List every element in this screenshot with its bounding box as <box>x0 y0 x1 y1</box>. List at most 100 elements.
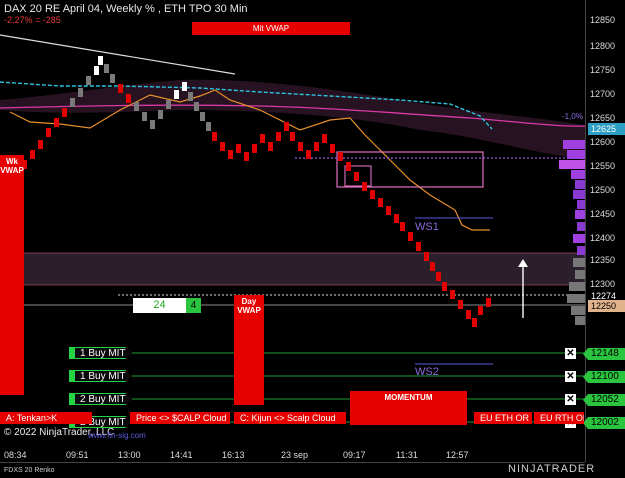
trendline <box>0 34 236 75</box>
renko-brick <box>424 252 429 261</box>
renko-brick <box>118 84 123 93</box>
time-tick: 09:17 <box>343 450 366 460</box>
volume-bar <box>577 200 585 209</box>
volume-bar <box>573 258 585 267</box>
time-axis[interactable] <box>0 462 585 478</box>
ws2-label: WS2 <box>415 366 439 378</box>
resistance-zone <box>0 252 586 286</box>
time-tick: 12:57 <box>446 450 469 460</box>
volume-bar <box>575 180 585 189</box>
wk-vwap-box <box>0 155 24 395</box>
renko-brick <box>430 262 435 271</box>
renko-brick <box>450 290 455 299</box>
price-chart[interactable] <box>0 0 625 478</box>
renko-brick <box>408 232 413 241</box>
chart-title: DAX 20 RE April 04, Weekly % , ETH TPO 3… <box>4 3 248 15</box>
price-tick: 12850 <box>590 15 616 25</box>
volume-bar <box>575 270 585 279</box>
time-tick: 11:31 <box>396 450 418 460</box>
renko-brick <box>416 242 421 251</box>
change-readout: -2,27% = -285 <box>4 15 61 25</box>
momentum-label: MOMENTUM <box>384 393 433 402</box>
ws1-label: WS1 <box>415 221 439 233</box>
renko-brick <box>436 272 441 281</box>
renko-brick <box>314 142 319 151</box>
renko-brick <box>70 98 75 107</box>
volume-profile <box>559 140 585 325</box>
renko-brick <box>142 112 147 121</box>
buy-mit-order-3[interactable]: 2 Buy MIT <box>69 393 133 405</box>
renko-brick <box>486 298 491 307</box>
renko-brick <box>30 150 35 159</box>
price-tick: 12750 <box>590 65 616 75</box>
price-tick: 12550 <box>590 161 616 171</box>
price-tick: 12350 <box>590 255 616 265</box>
renko-brick <box>134 102 139 111</box>
renko-brick <box>188 92 193 101</box>
order-price-tag[interactable]: 12002 <box>583 417 625 429</box>
renko-brick <box>98 56 103 65</box>
time-tick: 23 sep <box>281 450 309 460</box>
indicator-bar: EU ETH OR <box>474 412 532 424</box>
indicator-bar: EU RTH OR <box>534 412 584 424</box>
volume-bar <box>567 294 585 303</box>
renko-brick <box>194 102 199 111</box>
pct-label: -1,0% <box>562 112 583 121</box>
close-icon[interactable]: ✕ <box>565 394 576 405</box>
buy-mit-order-1[interactable]: 1 Buy MIT <box>69 347 133 359</box>
time-tick: 09:51 <box>66 450 89 460</box>
price-tick: 12700 <box>590 89 616 99</box>
time-tick: 08:34 <box>4 450 27 460</box>
price-tick: 12400 <box>590 233 616 243</box>
renko-brick <box>458 300 463 309</box>
order-price-tag[interactable]: 12052 <box>583 394 625 406</box>
renko-brick <box>394 214 399 223</box>
zone-box <box>336 151 484 188</box>
renko-brick <box>110 74 115 83</box>
renko-brick <box>62 108 67 117</box>
order-price-tag[interactable]: 12100 <box>583 371 625 383</box>
quantity-marker[interactable]: 4 <box>186 298 201 313</box>
website-link[interactable]: www.fin-sig.com <box>88 431 146 440</box>
volume-bar <box>577 246 585 255</box>
indicator-bar: A: Tenkan>K <box>0 412 92 424</box>
close-icon[interactable]: ✕ <box>565 371 576 382</box>
renko-brick <box>94 66 99 75</box>
renko-brick <box>400 222 405 231</box>
price-tick: 12450 <box>590 209 616 219</box>
renko-brick <box>354 172 359 181</box>
renko-brick <box>306 150 311 159</box>
renko-brick <box>346 162 351 171</box>
renko-brick <box>472 318 477 327</box>
close-icon[interactable]: ✕ <box>565 348 576 359</box>
renko-brick <box>86 76 91 85</box>
volume-bar <box>563 140 585 149</box>
renko-brick <box>330 144 335 153</box>
renko-brick <box>370 190 375 199</box>
renko-brick <box>268 142 273 151</box>
indicator-bar: C: Kijun <> Scalp Cloud <box>234 412 346 424</box>
volume-bar <box>571 306 585 315</box>
renko-brick <box>244 152 249 161</box>
price-tick: 12500 <box>590 185 616 195</box>
renko-brick <box>252 144 257 153</box>
quantity-field[interactable]: 24 <box>133 298 186 313</box>
volume-bar <box>573 234 585 243</box>
renko-brick <box>158 110 163 119</box>
renko-brick <box>386 206 391 215</box>
buy-mit-order-2[interactable]: 1 Buy MIT <box>69 370 133 382</box>
renko-brick <box>362 182 367 191</box>
renko-brick <box>298 142 303 151</box>
renko-brick <box>220 142 225 151</box>
renko-brick <box>206 122 211 131</box>
volume-bar <box>577 222 585 231</box>
renko-brick <box>166 100 171 109</box>
volume-bar <box>575 210 585 219</box>
order-price-tag[interactable]: 12148 <box>583 348 625 360</box>
volume-bar <box>575 316 585 325</box>
price-tick: 12800 <box>590 41 616 51</box>
renko-brick <box>338 152 343 161</box>
volume-bar <box>567 150 585 159</box>
volume-bar <box>559 160 585 169</box>
volume-bar <box>571 170 585 179</box>
